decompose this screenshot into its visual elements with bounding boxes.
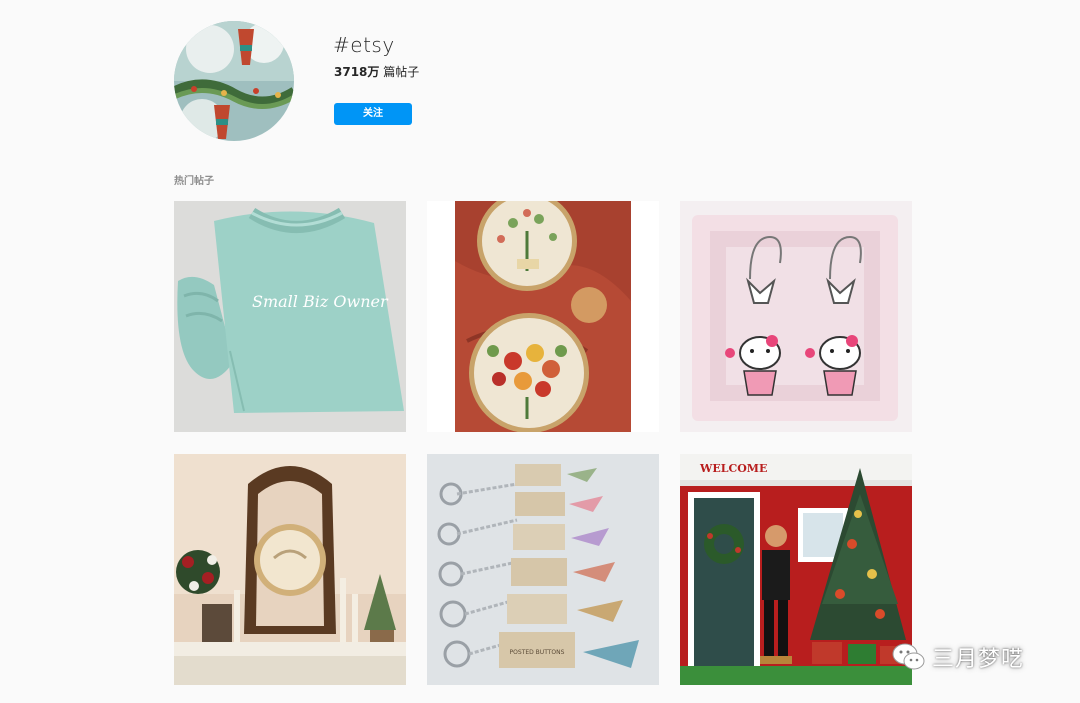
post-count-number: 3718万 bbox=[334, 65, 380, 79]
post-tile-6[interactable]: WELCOME bbox=[680, 454, 912, 685]
wechat-icon bbox=[892, 643, 925, 670]
post-tile-4[interactable] bbox=[174, 454, 406, 685]
post-6-caption: WELCOME bbox=[699, 462, 767, 475]
top-posts-heading: 热门帖子 bbox=[174, 176, 214, 187]
post-image-earrings bbox=[680, 201, 912, 432]
post-count-suffix: 篇帖子 bbox=[379, 65, 420, 79]
post-image-keychains: POSTED BUTTONS bbox=[427, 454, 659, 685]
hashtag-title: #etsy bbox=[333, 33, 395, 57]
post-image-christmas-porch: WELCOME bbox=[680, 454, 912, 685]
post-image-embroidery bbox=[427, 201, 659, 432]
hashtag-page: #etsy 3718万 篇帖子 关注 热门帖子 Small Biz Owner bbox=[0, 0, 1080, 703]
avatar-image bbox=[174, 21, 294, 141]
watermark-text: 三月梦呓 bbox=[932, 647, 1025, 672]
post-1-caption: Small Biz Owner bbox=[252, 292, 389, 311]
post-count: 3718万 篇帖子 bbox=[334, 64, 419, 80]
follow-button[interactable]: 关注 bbox=[334, 103, 412, 125]
watermark: 三月梦呓 bbox=[892, 640, 1052, 674]
post-tile-3[interactable] bbox=[680, 201, 912, 432]
post-image-sweatshirt: Small Biz Owner bbox=[174, 201, 406, 432]
post-tile-1[interactable]: Small Biz Owner bbox=[174, 201, 406, 432]
post-image-mantel bbox=[174, 454, 406, 685]
post-5-caption: POSTED BUTTONS bbox=[510, 649, 565, 656]
post-tile-2[interactable] bbox=[427, 201, 659, 432]
hashtag-avatar bbox=[174, 21, 294, 141]
post-tile-5[interactable]: POSTED BUTTONS bbox=[427, 454, 659, 685]
